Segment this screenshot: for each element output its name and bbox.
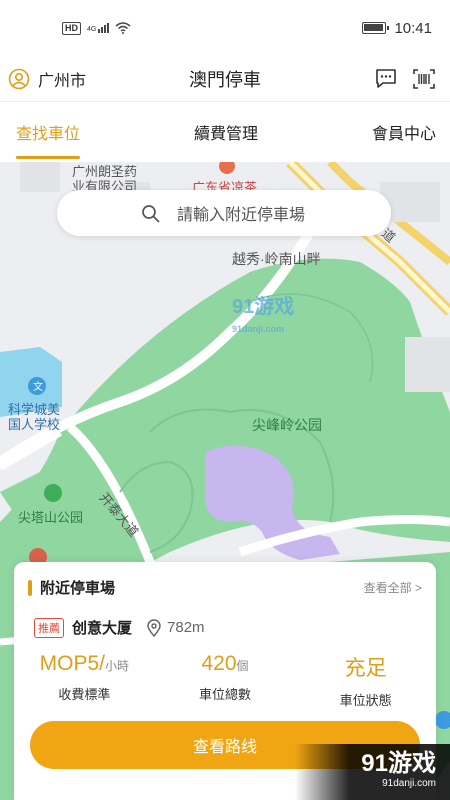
- map-label-residence: 越秀·岭南山畔: [232, 251, 321, 267]
- network-type: 4G: [87, 26, 97, 33]
- stat-price: MOP5/小時 收費標準: [14, 652, 155, 709]
- search-icon: [142, 205, 160, 223]
- location-pin-icon: [147, 618, 161, 637]
- stat-spaces: 420個 車位總數: [155, 652, 296, 709]
- parking-lot-item[interactable]: 推薦 创意大厦 782m: [34, 617, 205, 638]
- stat-status: 充足 車位狀態: [295, 652, 436, 709]
- status-value: 充足: [344, 657, 387, 680]
- section-title: 附近停車場: [40, 580, 116, 597]
- tab-renewal[interactable]: 續費管理: [194, 102, 258, 162]
- user-icon: [8, 68, 30, 89]
- map-label-school: 科学城美 国人学校: [8, 402, 61, 432]
- search-placeholder: 請輸入附近停車場: [177, 207, 306, 224]
- watermark-logo: 91游戏 91danji.com: [232, 296, 295, 334]
- status-bar: HD 4G 10:41: [0, 0, 450, 56]
- spaces-value: 420: [201, 652, 237, 675]
- distance-value: 782m: [167, 619, 205, 636]
- wifi-icon: [115, 22, 131, 34]
- tab-find-parking[interactable]: 查找車位: [16, 102, 81, 162]
- status-label: 車位狀態: [339, 693, 392, 708]
- see-all-link[interactable]: 查看全部 >: [364, 579, 422, 596]
- message-icon[interactable]: [374, 68, 398, 90]
- recommended-badge: 推薦: [34, 617, 64, 638]
- section-accent-bar: [28, 579, 32, 596]
- price-unit: 小時: [105, 659, 130, 673]
- tab-member-center[interactable]: 會員中心: [372, 102, 436, 162]
- city-label: 广州市: [38, 72, 87, 90]
- hd-indicator: HD: [62, 21, 81, 35]
- clock: 10:41: [394, 19, 432, 37]
- lot-distance: 782m: [146, 618, 205, 637]
- lot-name: 创意大厦: [72, 620, 133, 637]
- map-label-park: 尖峰岭公园: [252, 417, 322, 433]
- signal-icon: 4G: [87, 23, 110, 33]
- search-bar[interactable]: 請輸入附近停車場: [57, 190, 391, 236]
- city-selector[interactable]: 广州市: [8, 67, 86, 91]
- price-label: 收費標準: [58, 687, 111, 702]
- scan-icon[interactable]: [412, 68, 436, 90]
- price-value: MOP5/: [39, 652, 105, 675]
- map-label-station: 尖塔山公园: [18, 510, 84, 525]
- tab-bar: 查找車位 續費管理 會員中心: [0, 102, 450, 162]
- battery-icon: [362, 22, 390, 34]
- lot-stats: MOP5/小時 收費標準 420個 車位總數 充足 車位狀態: [14, 652, 436, 709]
- spaces-label: 車位總數: [199, 687, 252, 702]
- svg-text:文: 文: [33, 380, 43, 393]
- app-header: 广州市 澳門停車: [0, 56, 450, 102]
- spaces-unit: 個: [236, 659, 249, 673]
- corner-watermark: 91游戏 91danji.com: [295, 744, 450, 800]
